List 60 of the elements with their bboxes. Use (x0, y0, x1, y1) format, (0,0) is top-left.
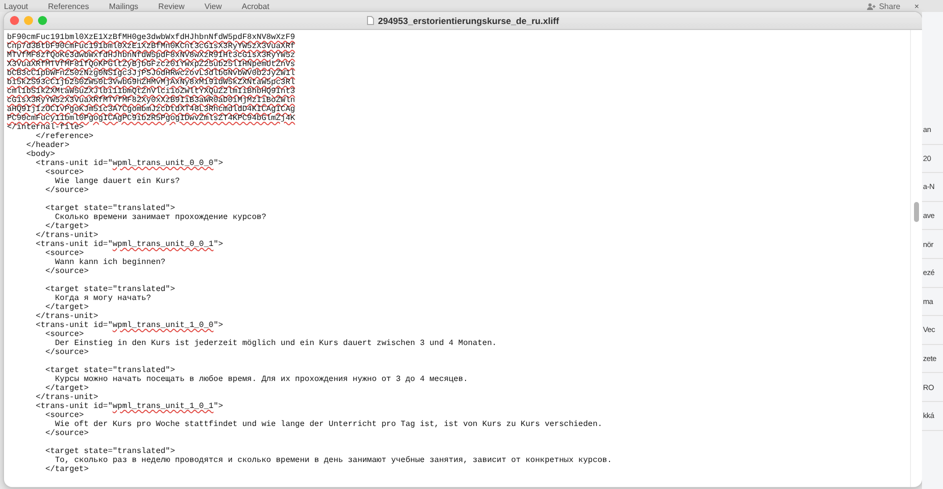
code-line: bF90cmFuc191bml0XzE1XzBfMH0ge3dwbWxfdHJhbnNfdW5pdF8xNV8wXzF9 (7, 33, 296, 42)
share-button[interactable]: Share (866, 2, 900, 10)
code-line: MTVfMF8zfQoKe3dwbWxfdHJhbnNfdW5pdF8xNV8wXzR9IHt3cG1sX3RyYW5z (7, 51, 296, 60)
code-line: <target state="translated"> (44, 447, 176, 456)
code-line: </source> (44, 267, 90, 276)
code-line: </source> (44, 429, 90, 438)
code-line: aHQ9IjIzOCIvPgoKJm5ic3A7CgombmJzcDtdXT48L3RhcmdldD4KICAgICAg (7, 105, 296, 114)
code-line: </target> (44, 465, 90, 474)
code-line: Курсы можно начать посещать в любое время. Для их прохождения нужно от 3 до 4 месяцев. (54, 375, 469, 384)
code-line: <source> (44, 168, 85, 177)
code-line: PC90cmFucy11bml0PgogICAgPC9ib2R5PgogIDwvZmlsZT4KPC94bGlmZj4K (7, 114, 296, 123)
person-icon (866, 2, 876, 10)
code-line: <trans-unit id="wpml_trans_unit_1_0_0"> (34, 321, 224, 330)
code-line: Wie lange dauert ein Kurs? (54, 177, 181, 186)
code-line: cml1bS1kZXMtaW5uZXJlbi11bmQtZnVlci1oZWltYXQuZ2lmIiBhbHQ9Int3 (7, 87, 296, 96)
scrollbar-thumb[interactable] (914, 202, 919, 222)
close-button[interactable]: × (914, 2, 919, 10)
code-line: То, сколько раз в неделю проводятся и сколько времени в день занимают учебные занятия, зависит от конкретных курсов. (54, 456, 613, 465)
zoom-button[interactable] (38, 16, 47, 25)
menu-item[interactable]: Mailings (108, 2, 138, 10)
code-line: Wie oft der Kurs pro Woche stattfindet und wie lange der Unterricht pro Tag ist, ist von Kurs zu Kurs verschieden. (54, 420, 604, 429)
code-line: X3VuaXRfMTVfMF81fQoKPGltZyBjbGFzcz0iYWxpZ25ub25lIHNpemUtZnVs (7, 60, 296, 69)
code-line: <trans-unit id="wpml_trans_unit_0_0_0"> (34, 159, 224, 168)
code-line: Когда я могу начать? (54, 294, 152, 303)
menu-item[interactable]: References (48, 2, 89, 10)
code-line: <source> (44, 330, 85, 339)
code-line: </header> (25, 141, 70, 150)
code-line: </target> (44, 222, 90, 231)
menu-item[interactable]: Review (158, 2, 185, 10)
code-line: <body> (25, 150, 56, 159)
close-button[interactable] (10, 16, 19, 25)
code-line: bCB3cC1pbWFnZS0zNzg0NSIgc3JjPSJodHRwczovL3dlbGNvbWV0b2JyZW1l (7, 69, 296, 78)
code-line: <source> (44, 411, 85, 420)
code-line: Cnp7d3BtbF90cmFuc191bml0XzE1XzBfMn0KCnt3cG1sX3RyYW5zX3VuaXRf (7, 42, 296, 51)
code-line: cG1sX3RyYW5zX3VuaXRfMTVfMF82Xy0xXzB9IiB3aWR0aD0iMjMzIiBoZWln (7, 96, 296, 105)
code-line: </source> (44, 348, 90, 357)
menu-item[interactable]: Acrobat (242, 2, 270, 10)
code-line: <target state="translated"> (44, 285, 176, 294)
code-line: </internal-file> (7, 123, 85, 132)
code-line: </target> (44, 384, 90, 393)
code-line: </reference> (34, 132, 94, 141)
code-line: <source> (44, 249, 85, 258)
code-line: <target state="translated"> (44, 366, 176, 375)
minimize-button[interactable] (24, 16, 33, 25)
code-line: <trans-unit id="wpml_trans_unit_0_0_1"> (34, 240, 224, 249)
code-line: </source> (44, 186, 90, 195)
menu-item[interactable]: View (204, 2, 222, 10)
code-line: </trans-unit> (34, 312, 100, 321)
code-line: </target> (44, 303, 90, 312)
code-line: <trans-unit id="wpml_trans_unit_1_0_1"> (34, 402, 224, 411)
code-line: </trans-unit> (34, 231, 100, 240)
code-line: Wann kann ich beginnen? (54, 258, 166, 267)
code-line: Сколько времени занимает прохождение курсов? (54, 213, 268, 222)
code-line: </trans-unit> (34, 393, 100, 402)
menu-item[interactable]: Layout (4, 2, 28, 10)
code-line: <target state="translated"> (44, 204, 176, 213)
window-title: 294953_erstorientierungskurse_de_ru.xliff (378, 16, 560, 26)
code-line: bi5kZS93cC1jb250ZW50L3VwbG9hZHMvMjAxNy8xMi91dW5kZXNtaW5pc3Rl (7, 78, 296, 87)
code-line: Der Einstieg in den Kurs ist jederzeit möglich und ein Kurs dauert zwischen 3 und 4 Monaten. (54, 339, 498, 348)
document-icon (366, 16, 374, 25)
